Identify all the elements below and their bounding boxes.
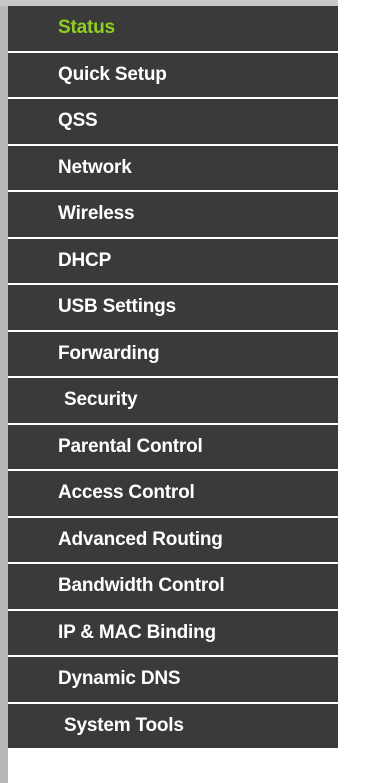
menu-item-label: Network <box>58 156 132 178</box>
menu-item-usb-settings[interactable]: USB Settings <box>8 285 338 332</box>
menu-item-label: DHCP <box>58 249 112 271</box>
sidebar-menu-container: Status Quick Setup QSS Network Wireless … <box>0 0 366 783</box>
menu-item-dynamic-dns[interactable]: Dynamic DNS <box>8 657 338 704</box>
menu-item-label: System Tools <box>64 714 184 736</box>
menu-item-label: Parental Control <box>58 435 203 457</box>
menu-item-quick-setup[interactable]: Quick Setup <box>8 52 338 99</box>
menu-item-label: Status <box>58 17 115 39</box>
menu-item-label: USB Settings <box>58 296 176 318</box>
menu-item-label: Quick Setup <box>58 63 167 85</box>
menu-item-system-tools[interactable]: System Tools <box>8 703 338 750</box>
menu-item-forwarding[interactable]: Forwarding <box>8 331 338 378</box>
menu-item-network[interactable]: Network <box>8 145 338 192</box>
menu-item-parental-control[interactable]: Parental Control <box>8 424 338 471</box>
menu-item-access-control[interactable]: Access Control <box>8 471 338 518</box>
menu-item-bandwidth-control[interactable]: Bandwidth Control <box>8 564 338 611</box>
menu-item-security[interactable]: Security <box>8 378 338 425</box>
menu-item-label: Security <box>64 389 138 411</box>
menu-item-label: QSS <box>58 110 98 132</box>
menu-item-label: Advanced Routing <box>58 528 223 550</box>
sidebar-menu: Status Quick Setup QSS Network Wireless … <box>8 6 338 783</box>
menu-item-label: Access Control <box>58 482 195 504</box>
menu-item-label: IP & MAC Binding <box>58 621 216 643</box>
menu-item-status[interactable]: Status <box>8 6 338 53</box>
menu-item-wireless[interactable]: Wireless <box>8 192 338 239</box>
menu-item-qss[interactable]: QSS <box>8 99 338 146</box>
menu-left-border <box>0 0 8 783</box>
menu-item-advanced-routing[interactable]: Advanced Routing <box>8 517 338 564</box>
menu-item-dhcp[interactable]: DHCP <box>8 238 338 285</box>
menu-item-ip-mac-binding[interactable]: IP & MAC Binding <box>8 610 338 657</box>
menu-item-label: Wireless <box>58 203 135 225</box>
menu-item-label: Forwarding <box>58 342 160 364</box>
menu-item-label: Dynamic DNS <box>58 668 181 690</box>
menu-item-label: Bandwidth Control <box>58 575 225 597</box>
